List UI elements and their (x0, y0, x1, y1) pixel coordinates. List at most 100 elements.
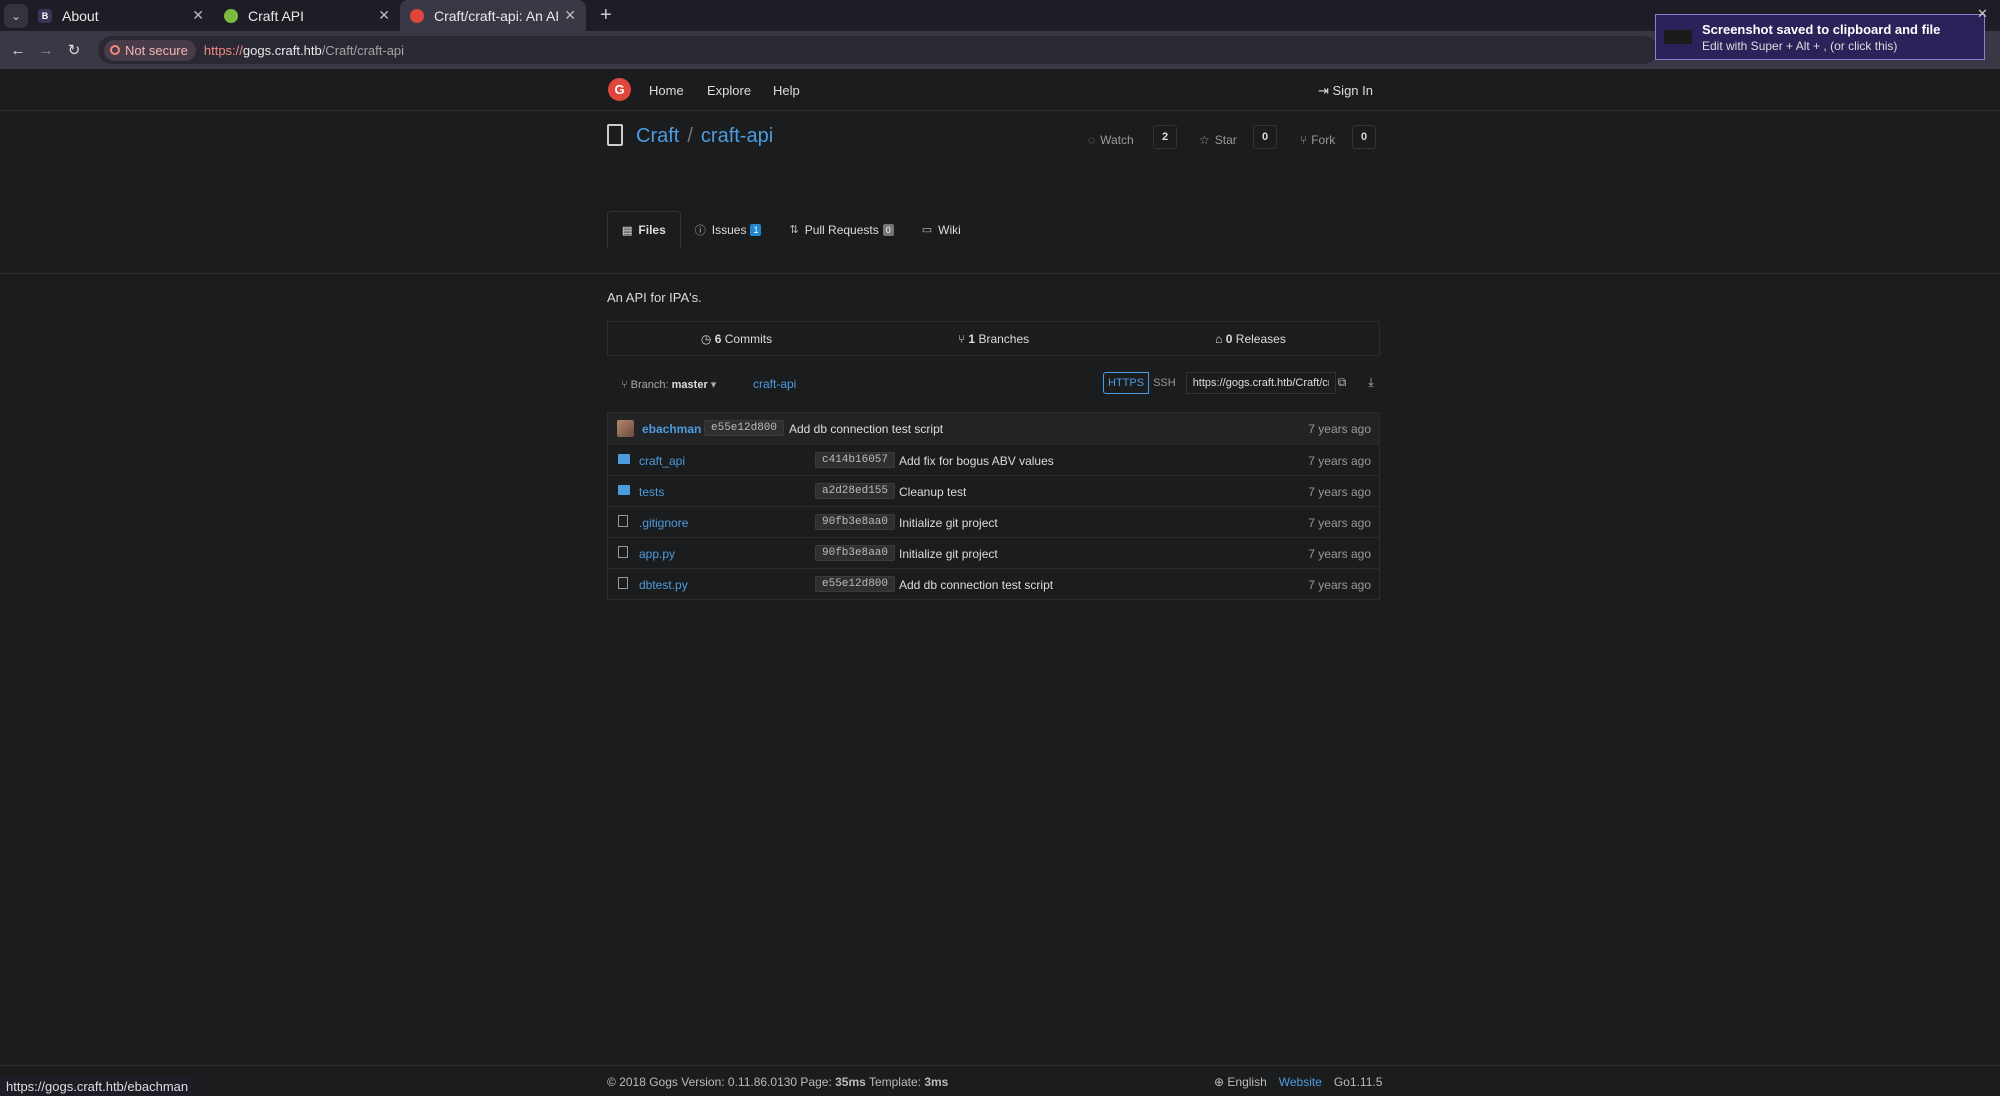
commit-message-link[interactable]: Initialize git project (899, 547, 998, 561)
issues-count-badge: 1 (750, 223, 762, 236)
fork-icon: ⑂ (1300, 133, 1308, 147)
commit-message-link[interactable]: Initialize git project (899, 516, 998, 530)
tab-title: Craft/craft-api: An API f (434, 7, 558, 24)
reload-icon[interactable]: ↻ (60, 41, 88, 59)
tag-icon: ⌂ (1215, 331, 1226, 346)
file-name-link[interactable]: tests (639, 485, 664, 499)
gogs-page: G Home Explore Help ⇥ Sign In Craft / craf… (0, 69, 2000, 1065)
branches-link[interactable]: ⑂ 1 Branches (865, 332, 1122, 346)
commit-sha-link[interactable]: e55e12d800 (704, 420, 785, 436)
nav-help[interactable]: Help (773, 83, 800, 98)
commit-sha-link[interactable]: a2d28ed155 (815, 483, 896, 499)
commit-message-link[interactable]: Cleanup test (899, 485, 966, 499)
go-version: Go1.11.5 (1333, 1075, 1383, 1089)
branch-dropdown[interactable]: ⑂ Branch: master ▾ (621, 378, 716, 391)
star-button[interactable]: ☆ Star (1199, 133, 1237, 147)
notification-title: Screenshot saved to clipboard and file (1702, 21, 1941, 37)
clone-ssh-button[interactable]: SSH (1149, 373, 1180, 393)
star-icon: ☆ (1199, 133, 1210, 147)
clone-https-button[interactable]: HTTPS (1103, 372, 1150, 394)
new-tab-icon[interactable]: + (600, 4, 612, 27)
footer-template-time: 3ms (924, 1075, 949, 1089)
watch-button[interactable]: ◌ Watch (1088, 133, 1134, 147)
not-secure-label: Not secure (125, 42, 188, 58)
tab-wiki[interactable]: ▭ Wiki (908, 211, 975, 248)
sign-in-label: Sign In (1332, 83, 1373, 98)
website-link[interactable]: Website (1279, 1075, 1322, 1089)
star-count[interactable]: 0 (1253, 125, 1277, 149)
footer-version: © 2018 Gogs Version: 0.11.86.0130 Page: … (607, 1075, 948, 1089)
branch-icon: ⑂ (621, 379, 631, 391)
link-status-bubble: https://gogs.craft.htb/ebachman (0, 1076, 195, 1096)
commit-message-link[interactable]: Add db connection test script (899, 578, 1053, 592)
commit-sha-link[interactable]: e55e12d800 (815, 576, 896, 592)
language-label: English (1227, 1075, 1267, 1089)
commit-sha-link[interactable]: 90fb3e8aa0 (815, 514, 896, 530)
close-icon[interactable]: ✕ (1977, 6, 1988, 22)
fork-count[interactable]: 0 (1352, 125, 1376, 149)
tab-craft-api[interactable]: Craft API ✕ (214, 0, 400, 31)
watch-count[interactable]: 2 (1153, 125, 1177, 149)
tab-craft-craft-api[interactable]: Craft/craft-api: An API f ✕ (400, 0, 586, 31)
tab-favicon-icon (224, 8, 238, 23)
tab-about[interactable]: B About ✕ (28, 0, 214, 31)
language-dropdown[interactable]: ⊕ English (1214, 1075, 1267, 1089)
download-icon[interactable]: ⤓ (1362, 375, 1380, 393)
releases-link[interactable]: ⌂ 0 Releases (1122, 332, 1379, 346)
repo-owner-link[interactable]: Craft (636, 125, 679, 147)
commit-age: 7 years ago (1308, 578, 1371, 592)
close-icon[interactable]: ✕ (378, 7, 390, 24)
tab-pull-requests[interactable]: ⇅ Pull Requests 0 (775, 211, 907, 248)
tab-list-button[interactable]: ⌄ (4, 3, 28, 28)
nav-home[interactable]: Home (649, 83, 684, 98)
commit-sha-link[interactable]: 90fb3e8aa0 (815, 545, 896, 561)
path-breadcrumb[interactable]: craft-api (753, 377, 796, 391)
file-name-link[interactable]: dbtest.py (639, 578, 688, 592)
book-open-icon: ▭ (921, 224, 933, 236)
screenshot-notification[interactable]: Screenshot saved to clipboard and file E… (1655, 14, 1985, 60)
copy-icon[interactable]: ⧉ (1333, 375, 1351, 393)
commit-sha-link[interactable]: c414b16057 (815, 452, 896, 468)
commit-message-link[interactable]: Add fix for bogus ABV values (899, 454, 1054, 468)
commits-link[interactable]: ◷ 6 Commits (608, 332, 865, 346)
commits-count: 6 (714, 331, 722, 346)
warning-icon (110, 45, 120, 55)
file-name-link[interactable]: craft_api (639, 454, 685, 468)
file-icon (618, 546, 628, 558)
branch-name: master (671, 379, 708, 391)
tab-issues[interactable]: ⓘ Issues 1 (681, 211, 776, 248)
gogs-logo-icon[interactable]: G (608, 78, 631, 101)
history-icon: ◷ (700, 331, 715, 346)
nav-explore[interactable]: Explore (707, 83, 751, 98)
page-footer: © 2018 Gogs Version: 0.11.86.0130 Page: … (0, 1065, 2000, 1096)
globe-icon: ⊕ (1214, 1075, 1228, 1089)
branch-toolbar: ⑂ Branch: master ▾ craft-api HTTPS SSH ⧉… (607, 371, 1380, 397)
commits-label: Commits (724, 331, 773, 346)
tab-title: About (62, 7, 99, 24)
releases-count: 0 (1225, 331, 1233, 346)
repo-book-icon (607, 124, 623, 146)
sign-in-link[interactable]: ⇥ Sign In (1318, 83, 1373, 99)
table-row: tests a2d28ed155 Cleanup test 7 years ag… (608, 475, 1379, 506)
close-icon[interactable]: ✕ (564, 7, 576, 24)
security-indicator[interactable]: Not secure (104, 39, 196, 61)
file-name-link[interactable]: app.py (639, 547, 675, 561)
tab-files[interactable]: ▤ Files (607, 211, 681, 248)
forward-arrow-icon[interactable]: → (32, 42, 60, 59)
fork-button[interactable]: ⑂ Fork (1300, 133, 1335, 147)
repo-description: An API for IPA's. (607, 290, 702, 305)
star-label: Star (1214, 133, 1237, 147)
close-icon[interactable]: ✕ (192, 7, 204, 24)
address-bar[interactable]: Not secure https://gogs.craft.htb/Craft/… (98, 36, 1658, 64)
clone-url-input[interactable] (1185, 372, 1336, 394)
commit-author-link[interactable]: ebachman (642, 422, 701, 436)
file-name-link[interactable]: .gitignore (639, 516, 688, 530)
tab-title: Craft API (248, 7, 305, 24)
avatar[interactable] (617, 420, 634, 437)
table-row: app.py 90fb3e8aa0 Initialize git project… (608, 537, 1379, 568)
url-host: gogs.craft.htb (242, 42, 322, 58)
footer-copyright: © 2018 Gogs Version: 0.11.86.0130 Page: (607, 1075, 836, 1089)
back-arrow-icon[interactable]: ← (4, 42, 32, 59)
pull-request-icon: ⇅ (789, 224, 799, 236)
repo-name-link[interactable]: craft-api (701, 125, 773, 147)
